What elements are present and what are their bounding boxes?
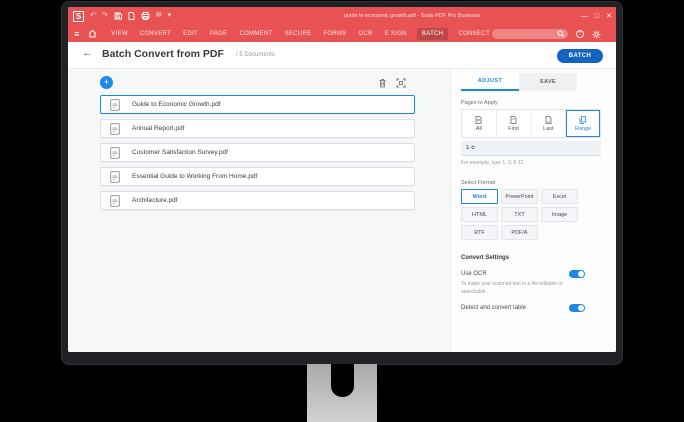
page-range-icon — [579, 115, 587, 124]
menu-page[interactable]: PAGE — [208, 29, 229, 39]
menu-esign[interactable]: E SIGN — [383, 29, 409, 39]
export-document-icon[interactable] — [128, 12, 135, 20]
help-icon[interactable]: ? — [576, 30, 584, 38]
file-name: Essential Guide to Working From Home.pdf — [132, 173, 258, 180]
format-rtf[interactable]: RTF — [461, 225, 498, 240]
format-powerpoint[interactable]: PowerPoint — [501, 189, 538, 204]
menu-items: VIEW CONVERT EDIT PAGE COMMENT SECURE FO… — [109, 27, 492, 40]
page-range-input[interactable] — [461, 141, 601, 156]
format-html[interactable]: HTML — [461, 207, 498, 222]
pages-option-range[interactable]: Range — [566, 110, 600, 137]
document-title: guide to economic growth.pdf - Soda PDF … — [344, 13, 481, 19]
menu-comment[interactable]: COMMENT — [237, 29, 274, 39]
pdf-file-icon — [110, 122, 120, 135]
desktop-background: S ↶ ↷ ✉ ▾ guide to economic growth.pdf -… — [0, 0, 684, 422]
use-ocr-description: To make your scanned text in a file edit… — [461, 281, 563, 295]
app-logo: S — [73, 10, 84, 22]
file-name: Customer Satisfaction Survey.pdf — [132, 149, 228, 156]
menu-view[interactable]: VIEW — [109, 29, 130, 39]
page-all-icon — [475, 115, 482, 124]
file-row-1[interactable]: Guide to Economic Growth.pdf — [100, 95, 415, 114]
menu-edit[interactable]: EDIT — [181, 29, 200, 39]
pages-option-last[interactable]: Last — [532, 110, 567, 137]
use-ocr-label: Use OCR — [461, 271, 487, 277]
menu-convert[interactable]: CONVERT — [138, 29, 173, 39]
pages-to-apply-options: All First Last Range — [461, 109, 601, 138]
menu-secure[interactable]: SECURE — [283, 29, 314, 39]
monitor-stand — [307, 364, 377, 422]
format-excel[interactable]: Excel — [541, 189, 578, 204]
pages-option-first[interactable]: First — [497, 110, 532, 137]
redo-icon[interactable]: ↷ — [102, 7, 108, 25]
select-format-label: Select Format — [461, 180, 496, 186]
page-title: Batch Convert from PDF — [102, 48, 224, 60]
menu-connect[interactable]: CONNECT — [456, 29, 492, 39]
file-name: Guide to Economic Growth.pdf — [132, 101, 221, 108]
detect-table-toggle[interactable] — [569, 304, 585, 312]
pdf-file-icon — [110, 146, 120, 159]
menu-ocr[interactable]: OCR — [357, 29, 375, 39]
maximize-button[interactable]: □ — [595, 13, 599, 20]
convert-settings-label: Convert Settings — [461, 255, 510, 261]
close-button[interactable]: ✕ — [606, 12, 612, 20]
ribbon-menu-bar: ≡ VIEW CONVERT EDIT PAGE COMMENT SECURE … — [68, 25, 616, 42]
email-icon[interactable]: ✉ — [156, 7, 162, 25]
use-ocr-toggle[interactable] — [569, 270, 585, 278]
monitor-stand-cutout — [331, 364, 354, 397]
gear-icon[interactable] — [592, 30, 601, 39]
title-bar: S ↶ ↷ ✉ ▾ guide to economic growth.pdf -… — [68, 7, 616, 25]
back-arrow-button[interactable]: ← — [82, 47, 93, 59]
page-first-icon — [510, 115, 517, 124]
range-helper-text: For example, type 1, 3, 5-12 — [461, 160, 524, 166]
page-header: ← Batch Convert from PDF / 5 Documents B… — [68, 42, 616, 69]
monitor-bezel: S ↶ ↷ ✉ ▾ guide to economic growth.pdf -… — [62, 2, 622, 364]
search-icon — [557, 30, 565, 38]
tab-adjust[interactable]: ADJUST — [461, 73, 519, 91]
minimize-button[interactable]: — — [581, 13, 588, 20]
menu-batch[interactable]: BATCH — [416, 27, 449, 40]
chevron-down-icon[interactable]: ▾ — [168, 7, 172, 25]
file-row-4[interactable]: Essential Guide to Working From Home.pdf — [100, 167, 415, 186]
format-pdfa[interactable]: PDF/A — [501, 225, 538, 240]
save-icon[interactable] — [114, 12, 122, 20]
menu-forms[interactable]: FORMS — [321, 29, 348, 39]
pdf-file-icon — [110, 170, 120, 183]
file-name: Architecture.pdf — [132, 197, 178, 204]
undo-icon[interactable]: ↶ — [90, 7, 96, 25]
pages-to-apply-label: Pages to Apply — [461, 100, 498, 106]
select-pages-icon[interactable] — [396, 78, 406, 88]
settings-panel: ADJUST SAVE Pages to Apply All First Las… — [450, 69, 616, 352]
print-icon[interactable] — [141, 12, 150, 20]
pages-option-all[interactable]: All — [462, 110, 497, 137]
tab-save[interactable]: SAVE — [519, 73, 577, 91]
file-list-toolbar — [378, 78, 406, 88]
app-window: S ↶ ↷ ✉ ▾ guide to economic growth.pdf -… — [68, 7, 616, 352]
format-options: Word PowerPoint Excel HTML TXT Image RTF… — [461, 189, 585, 240]
main-content: + Guide to Economic Growth.pdf Annual Re… — [68, 69, 616, 352]
file-row-3[interactable]: Customer Satisfaction Survey.pdf — [100, 143, 415, 162]
pdf-file-icon — [110, 98, 120, 111]
file-row-2[interactable]: Annual Report.pdf — [100, 119, 415, 138]
hamburger-menu-icon[interactable]: ≡ — [74, 29, 79, 39]
detect-table-label: Detect and convert table — [461, 305, 527, 311]
format-txt[interactable]: TXT — [501, 207, 538, 222]
home-icon[interactable] — [88, 29, 97, 38]
file-row-5[interactable]: Architecture.pdf — [100, 191, 415, 210]
delete-files-button[interactable] — [378, 78, 387, 88]
page-last-icon — [545, 115, 552, 124]
pdf-file-icon — [110, 194, 120, 207]
document-count: / 5 Documents — [236, 52, 275, 58]
batch-button[interactable]: BATCH — [557, 49, 603, 63]
file-name: Annual Report.pdf — [132, 125, 185, 132]
format-word[interactable]: Word — [461, 189, 498, 204]
panel-tabs: ADJUST SAVE — [461, 73, 577, 91]
search-input[interactable] — [492, 29, 568, 39]
add-file-button[interactable]: + — [100, 76, 113, 89]
format-image[interactable]: Image — [541, 207, 578, 222]
